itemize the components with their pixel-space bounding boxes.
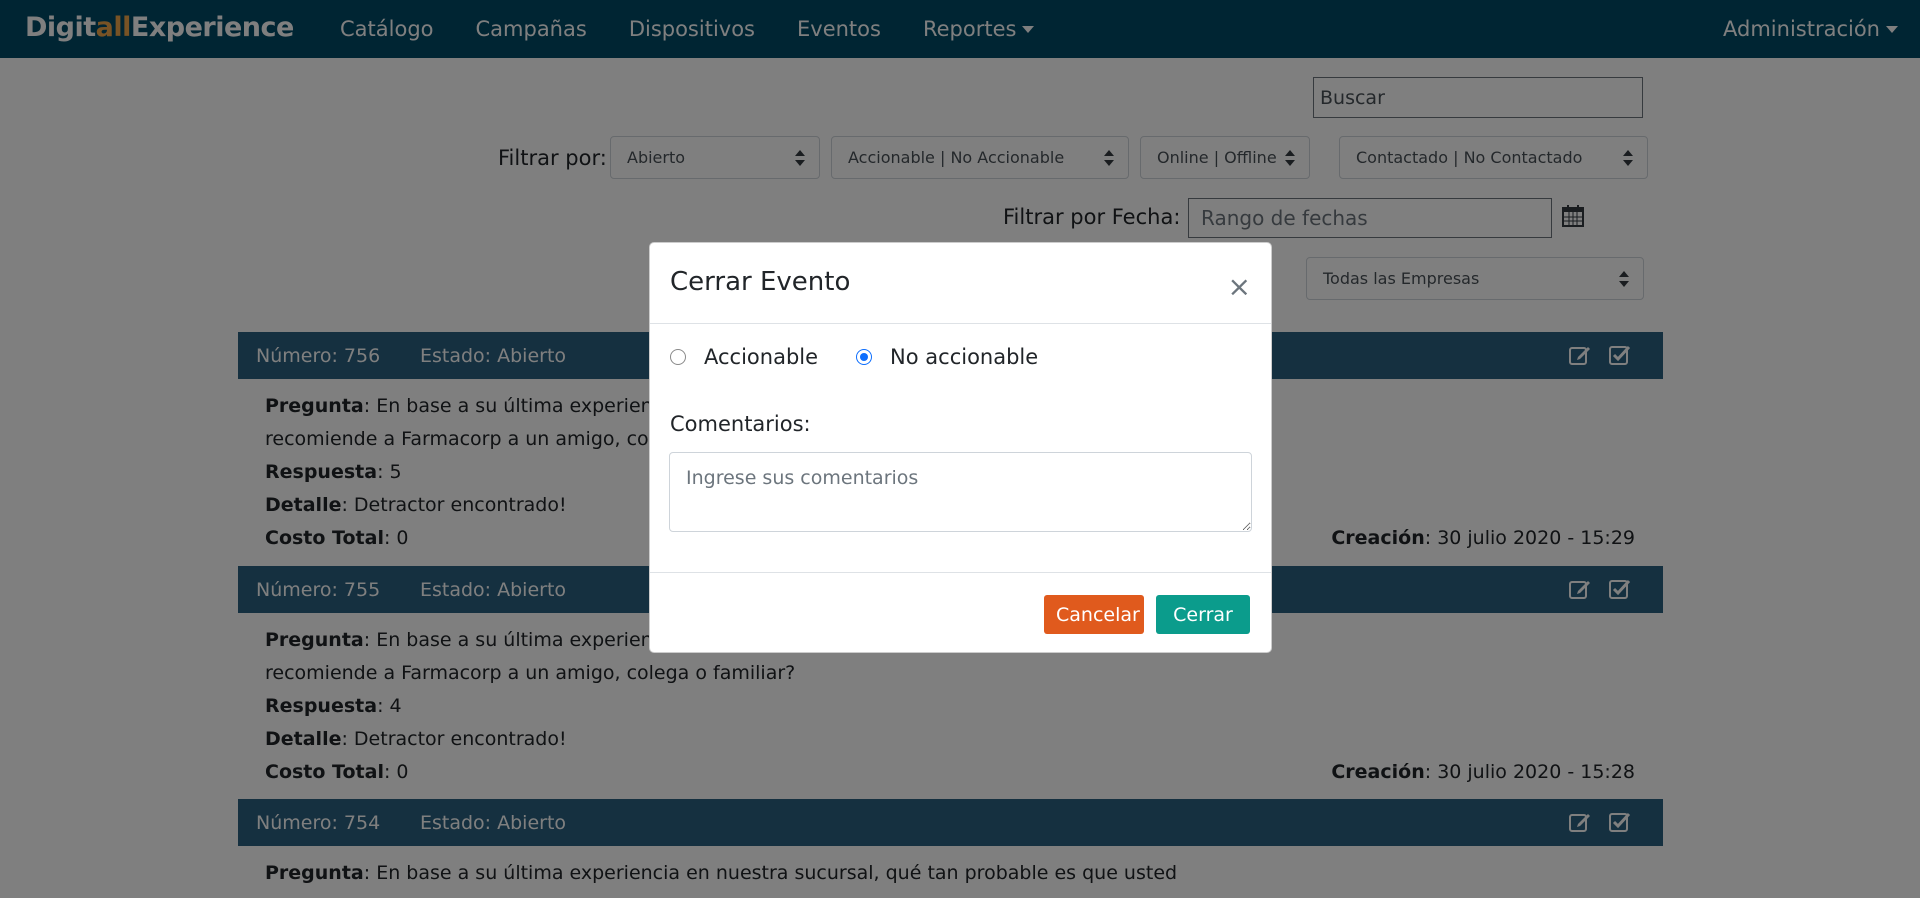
radio-label-accionable: Accionable [704, 345, 819, 369]
radio-no-accionable[interactable] [856, 349, 873, 365]
comments-label: Comentarios: [670, 412, 811, 436]
comments-textarea[interactable] [669, 452, 1252, 532]
modal-footer: Cancelar Cerrar [650, 572, 1271, 654]
close-event-button[interactable]: Cerrar [1156, 595, 1250, 634]
close-event-modal: Cerrar Evento × Accionable No accionable… [649, 242, 1272, 653]
radio-accionable[interactable] [670, 349, 686, 365]
cancel-button[interactable]: Cancelar [1044, 595, 1144, 634]
modal-header: Cerrar Evento × [650, 243, 1271, 324]
close-icon[interactable]: × [1228, 273, 1251, 301]
radio-group: Accionable No accionable [670, 345, 1038, 369]
radio-label-no-accionable: No accionable [890, 345, 1039, 369]
modal-title: Cerrar Evento [670, 267, 851, 297]
